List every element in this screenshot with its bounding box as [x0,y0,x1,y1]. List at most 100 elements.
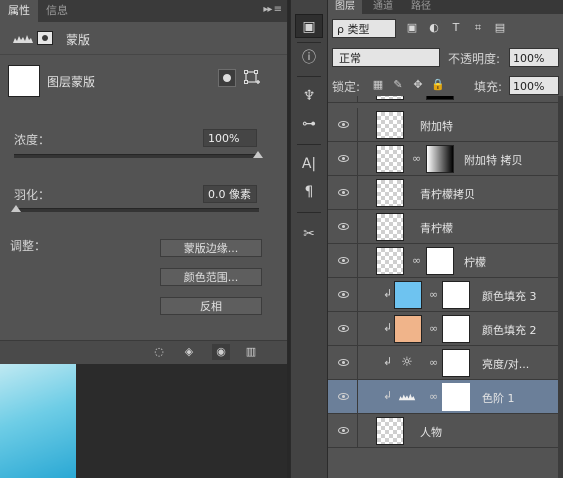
eye-icon[interactable] [338,325,349,332]
layer-row[interactable]: ∞ 附加特 拷贝 [328,142,558,176]
eye-icon[interactable] [338,223,349,230]
layer-mask-thumbnail [442,349,470,377]
eye-icon[interactable] [338,257,349,264]
brightness-icon[interactable]: ☼ [398,355,416,371]
levels-icon[interactable] [12,34,34,44]
feather-field[interactable]: 0.0 像素 [203,185,257,203]
smart-object-filter-icon[interactable]: ▤ [492,20,508,36]
link-icon[interactable]: ∞ [412,254,421,268]
visibility-icon[interactable]: ◉ [212,344,230,360]
separator [297,42,321,43]
visibility-column[interactable] [328,96,358,103]
visibility-column[interactable] [328,210,358,244]
fill-color-thumbnail[interactable] [394,281,422,309]
info-icon[interactable]: ⓘ [295,46,323,70]
eye-icon[interactable] [338,393,349,400]
density-field[interactable]: 100% [203,129,257,147]
opacity-field[interactable]: 100% [509,48,559,67]
mask-mode-icon[interactable] [37,31,53,45]
density-slider-handle[interactable] [253,151,263,158]
layer-mask-thumbnail [442,383,470,411]
eye-icon[interactable] [338,291,349,298]
layers-panel: 图层 通道 路径 ρ 类型 ▣ ◐ T ⌗ ▤ 正常 不透明度: 100% 锁定… [328,0,563,478]
layer-thumbnail [376,145,404,173]
panel-menu-icon[interactable]: ▸▸ ≡ [263,4,282,15]
levels-icon[interactable] [398,392,416,402]
lock-transparency-icon[interactable]: ▦ [370,77,386,93]
blend-mode-select[interactable]: 正常 [332,48,440,67]
layer-mask-label: 图层蒙版 [47,75,96,89]
pixel-mask-icon[interactable] [218,69,236,87]
link-icon[interactable]: ∞ [429,390,438,404]
feather-slider-track[interactable] [14,208,259,212]
layer-row-selected[interactable]: ↲ ∞ 色阶 1 [328,380,558,414]
layer-name: 颜色填充 2 [482,324,537,337]
fill-color-thumbnail[interactable] [394,315,422,343]
fill-field[interactable]: 100% [509,76,559,95]
tab-channels[interactable]: 通道 [366,0,400,14]
layer-row[interactable]: 附加特 [328,108,558,142]
3d-icon[interactable]: ▣ [295,14,323,38]
trash-icon[interactable]: ▥ [242,344,260,360]
shape-filter-icon[interactable]: ⌗ [470,20,486,36]
canvas-image [0,364,76,478]
adjustment-filter-icon[interactable]: ◐ [426,20,442,36]
type-filter-icon[interactable]: T [448,20,464,36]
feather-slider-handle[interactable] [11,205,21,212]
visibility-column[interactable] [328,176,358,210]
layer-row[interactable]: 人物 [328,414,558,448]
layers-scrollbar[interactable] [558,96,563,478]
vector-mask-icon[interactable] [243,69,261,87]
pixel-filter-icon[interactable]: ▣ [404,20,420,36]
tools-icon[interactable]: ✂ [295,222,323,246]
lock-pixels-icon[interactable]: ✎ [390,77,406,93]
lock-all-icon[interactable]: 🔒 [430,77,446,93]
adjustments-icon[interactable]: ⊶ [295,112,323,136]
eye-icon[interactable] [338,121,349,128]
paragraph-icon[interactable]: ¶ [295,180,323,204]
visibility-column[interactable] [328,108,358,142]
apply-mask-icon[interactable]: ◈ [180,344,198,360]
link-icon[interactable]: ∞ [429,356,438,370]
brush-presets-icon[interactable]: ♆ [295,84,323,108]
blend-row: 正常 不透明度: 100% [328,46,563,70]
visibility-column[interactable] [328,244,358,278]
layer-row[interactable]: ∞ 柠檬 [328,244,558,278]
layer-row[interactable]: ↲ ∞ 颜色填充 3 [328,278,558,312]
layer-row[interactable]: ↲ ∞ 颜色填充 2 [328,312,558,346]
opacity-label: 不透明度: [448,52,501,66]
layer-thumbnail [376,247,404,275]
tab-properties[interactable]: 属性 [0,0,38,22]
layer-row[interactable]: 青柠檬 [328,210,558,244]
layer-row-partial[interactable] [328,96,558,103]
layer-row[interactable]: ↲ ☼ ∞ 亮度/对... [328,346,558,380]
eye-icon[interactable] [338,189,349,196]
lock-position-icon[interactable]: ✥ [410,77,426,93]
eye-icon[interactable] [338,427,349,434]
color-range-button[interactable]: 颜色范围... [160,268,262,286]
link-icon[interactable]: ∞ [429,322,438,336]
link-icon[interactable]: ∞ [429,288,438,302]
kind-filter-select[interactable]: ρ 类型 [332,19,396,38]
tab-layers[interactable]: 图层 [328,0,362,14]
visibility-column[interactable] [328,414,358,448]
visibility-column[interactable] [328,346,358,380]
load-selection-icon[interactable]: ◌ [150,344,168,360]
invert-button[interactable]: 反相 [160,297,262,315]
visibility-column[interactable] [328,142,358,176]
layer-row[interactable]: 青柠檬拷贝 [328,176,558,210]
link-icon[interactable]: ∞ [412,152,421,166]
layer-mask-thumbnail [426,145,454,173]
density-slider-track[interactable] [14,154,259,158]
visibility-column[interactable] [328,312,358,346]
visibility-column[interactable] [328,278,358,312]
character-icon[interactable]: A| [295,152,323,176]
eye-icon[interactable] [338,155,349,162]
visibility-column[interactable] [328,380,358,414]
tab-info[interactable]: 信息 [38,0,76,22]
layer-mask-row: 图层蒙版 [0,55,287,105]
mask-title: 蒙版 [66,33,91,47]
eye-icon[interactable] [338,359,349,366]
tab-paths[interactable]: 路径 [404,0,438,14]
mask-edge-button[interactable]: 蒙版边缘... [160,239,262,257]
